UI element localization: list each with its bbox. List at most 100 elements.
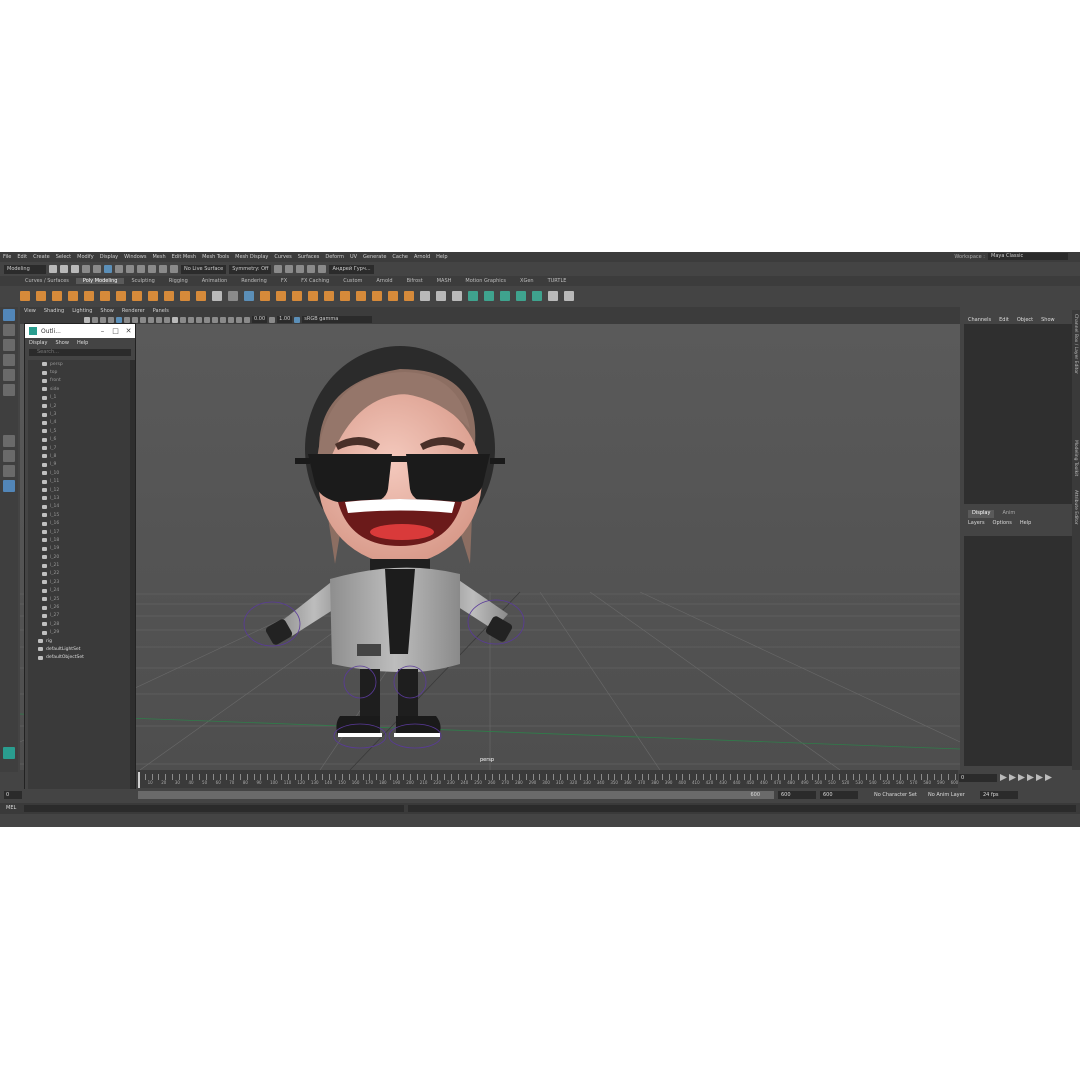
auto-map-icon[interactable]: [500, 290, 510, 301]
paint-select-tool-icon[interactable]: [3, 339, 15, 351]
shelf-tab-fx[interactable]: FX: [274, 278, 294, 284]
four-view-layout-icon[interactable]: [3, 450, 15, 462]
outliner-row[interactable]: l_13: [28, 494, 131, 502]
outliner-layout-icon[interactable]: [3, 480, 15, 492]
shelf-tab-bifrost[interactable]: Bifrost: [400, 278, 430, 284]
go-to-end-icon[interactable]: [1045, 774, 1052, 781]
persp-outliner-layout-icon[interactable]: [3, 465, 15, 477]
combine-icon[interactable]: [212, 290, 222, 301]
exposure-icon[interactable]: [244, 316, 250, 323]
bevel-icon[interactable]: [324, 290, 334, 301]
outliner-search-input[interactable]: Search...: [29, 349, 131, 356]
textured-icon[interactable]: [188, 316, 194, 323]
new-scene-icon[interactable]: [49, 265, 57, 273]
outliner-row[interactable]: l_27: [28, 612, 131, 620]
play-forward-icon[interactable]: [1027, 774, 1034, 781]
outliner-row[interactable]: l_9: [28, 461, 131, 469]
anim-layer-dropdown[interactable]: No Anim Layer: [928, 792, 965, 798]
layer-tab-anim[interactable]: Anim: [998, 510, 1019, 518]
append-polygon-icon[interactable]: [356, 290, 366, 301]
minimize-icon[interactable]: –: [96, 327, 109, 335]
spherical-map-icon[interactable]: [532, 290, 542, 301]
shelf-tab-turtle[interactable]: TURTLE: [541, 278, 574, 284]
snap-point-icon[interactable]: [148, 265, 156, 273]
outliner-row[interactable]: l_6: [28, 436, 131, 444]
outliner-row[interactable]: l_7: [28, 444, 131, 452]
fps-dropdown[interactable]: 24 fps: [980, 791, 1018, 799]
outliner-row[interactable]: l_29: [28, 629, 131, 637]
separate-icon[interactable]: [228, 290, 238, 301]
step-back-icon[interactable]: [1009, 774, 1016, 781]
side-tab-modeling-toolkit[interactable]: Modeling Toolkit: [1073, 440, 1078, 476]
outliner-row[interactable]: l_3: [28, 410, 131, 418]
command-language-label[interactable]: MEL: [6, 805, 16, 811]
outliner-row[interactable]: l_12: [28, 486, 131, 494]
outliner-row[interactable]: l_8: [28, 452, 131, 460]
menu-arnold[interactable]: Arnold: [411, 254, 433, 260]
shelf-tab-arnold[interactable]: Arnold: [369, 278, 399, 284]
ambient-occlusion-icon[interactable]: [212, 316, 218, 323]
channel-box-menu-channels[interactable]: Channels: [968, 317, 991, 323]
live-surface-field[interactable]: No Live Surface: [181, 264, 227, 274]
multi-cut-icon[interactable]: [404, 290, 414, 301]
render-view-icon[interactable]: [274, 265, 283, 273]
outliner-row[interactable]: l_16: [28, 519, 131, 527]
shelf-tab-mash[interactable]: MASH: [430, 278, 459, 284]
outliner-row[interactable]: l_11: [28, 477, 131, 485]
outliner-scrollbar[interactable]: [130, 360, 135, 790]
gate-mask-icon[interactable]: [140, 316, 146, 323]
character-set-dropdown[interactable]: No Character Set: [874, 792, 917, 798]
outliner-row[interactable]: l_10: [28, 469, 131, 477]
play-backward-icon[interactable]: [1018, 774, 1025, 781]
cylindrical-map-icon[interactable]: [516, 290, 526, 301]
resolution-gate-icon[interactable]: [132, 316, 138, 323]
poly-platonic-icon[interactable]: [132, 290, 142, 301]
menu-modify[interactable]: Modify: [74, 254, 97, 260]
open-scene-icon[interactable]: [60, 265, 68, 273]
select-tool-icon[interactable]: [3, 309, 15, 321]
step-forward-icon[interactable]: [1036, 774, 1043, 781]
menu-deform[interactable]: Deform: [322, 254, 347, 260]
view-transform-dropdown[interactable]: sRGB gamma: [302, 316, 373, 323]
bookmarks-icon[interactable]: [100, 316, 106, 323]
checker-uv-icon[interactable]: [548, 290, 558, 301]
command-input[interactable]: [24, 805, 404, 812]
wireframe-on-shaded-icon[interactable]: [180, 316, 186, 323]
menu-mesh[interactable]: Mesh: [149, 254, 168, 260]
shelf-tab-fx-caching[interactable]: FX Caching: [294, 278, 336, 284]
menu-mesh-tools[interactable]: Mesh Tools: [199, 254, 232, 260]
outliner-row[interactable]: l_5: [28, 427, 131, 435]
poly-cylinder-icon[interactable]: [52, 290, 62, 301]
outliner-row[interactable]: top: [28, 368, 131, 376]
bridge-icon[interactable]: [308, 290, 318, 301]
select-by-object-icon[interactable]: [115, 265, 123, 273]
fill-hole-icon[interactable]: [340, 290, 350, 301]
outliner-menu-show[interactable]: Show: [55, 340, 69, 346]
exposure-field[interactable]: 0.00: [252, 316, 268, 323]
isolate-select-icon[interactable]: [228, 316, 234, 323]
shadows-icon[interactable]: [204, 316, 210, 323]
outliner-row[interactable]: l_23: [28, 578, 131, 586]
smooth-icon[interactable]: [244, 290, 254, 301]
outliner-row[interactable]: l_17: [28, 528, 131, 536]
time-slider[interactable]: 10 20 30 40 50 60 70 80 90 100 110 120 130 140 150 160 1…: [138, 770, 958, 788]
gamma-field[interactable]: 1.00: [277, 316, 293, 323]
extrude-icon[interactable]: [292, 290, 302, 301]
shelf-tab-rendering[interactable]: Rendering: [234, 278, 274, 284]
menu-generate[interactable]: Generate: [360, 254, 389, 260]
safe-action-icon[interactable]: [156, 316, 162, 323]
channel-box-menu-show[interactable]: Show: [1041, 317, 1055, 323]
shelf-tab-custom[interactable]: Custom: [336, 278, 369, 284]
shelf-tab-rigging[interactable]: Rigging: [162, 278, 195, 284]
outliner-row[interactable]: l_4: [28, 419, 131, 427]
planar-map-icon[interactable]: [484, 290, 494, 301]
outliner-row[interactable]: l_1: [28, 394, 131, 402]
select-by-hierarchy-icon[interactable]: [104, 265, 112, 273]
layer-menu-layers[interactable]: Layers: [968, 520, 985, 526]
symmetry-dropdown[interactable]: Symmetry: Off: [229, 264, 272, 274]
shelf-tab-sculpting[interactable]: Sculpting: [124, 278, 161, 284]
outliner-menu-display[interactable]: Display: [29, 340, 47, 346]
go-to-start-icon[interactable]: [1000, 774, 1007, 781]
poly-cone-icon[interactable]: [68, 290, 78, 301]
anim-end-field[interactable]: 600: [778, 791, 816, 799]
